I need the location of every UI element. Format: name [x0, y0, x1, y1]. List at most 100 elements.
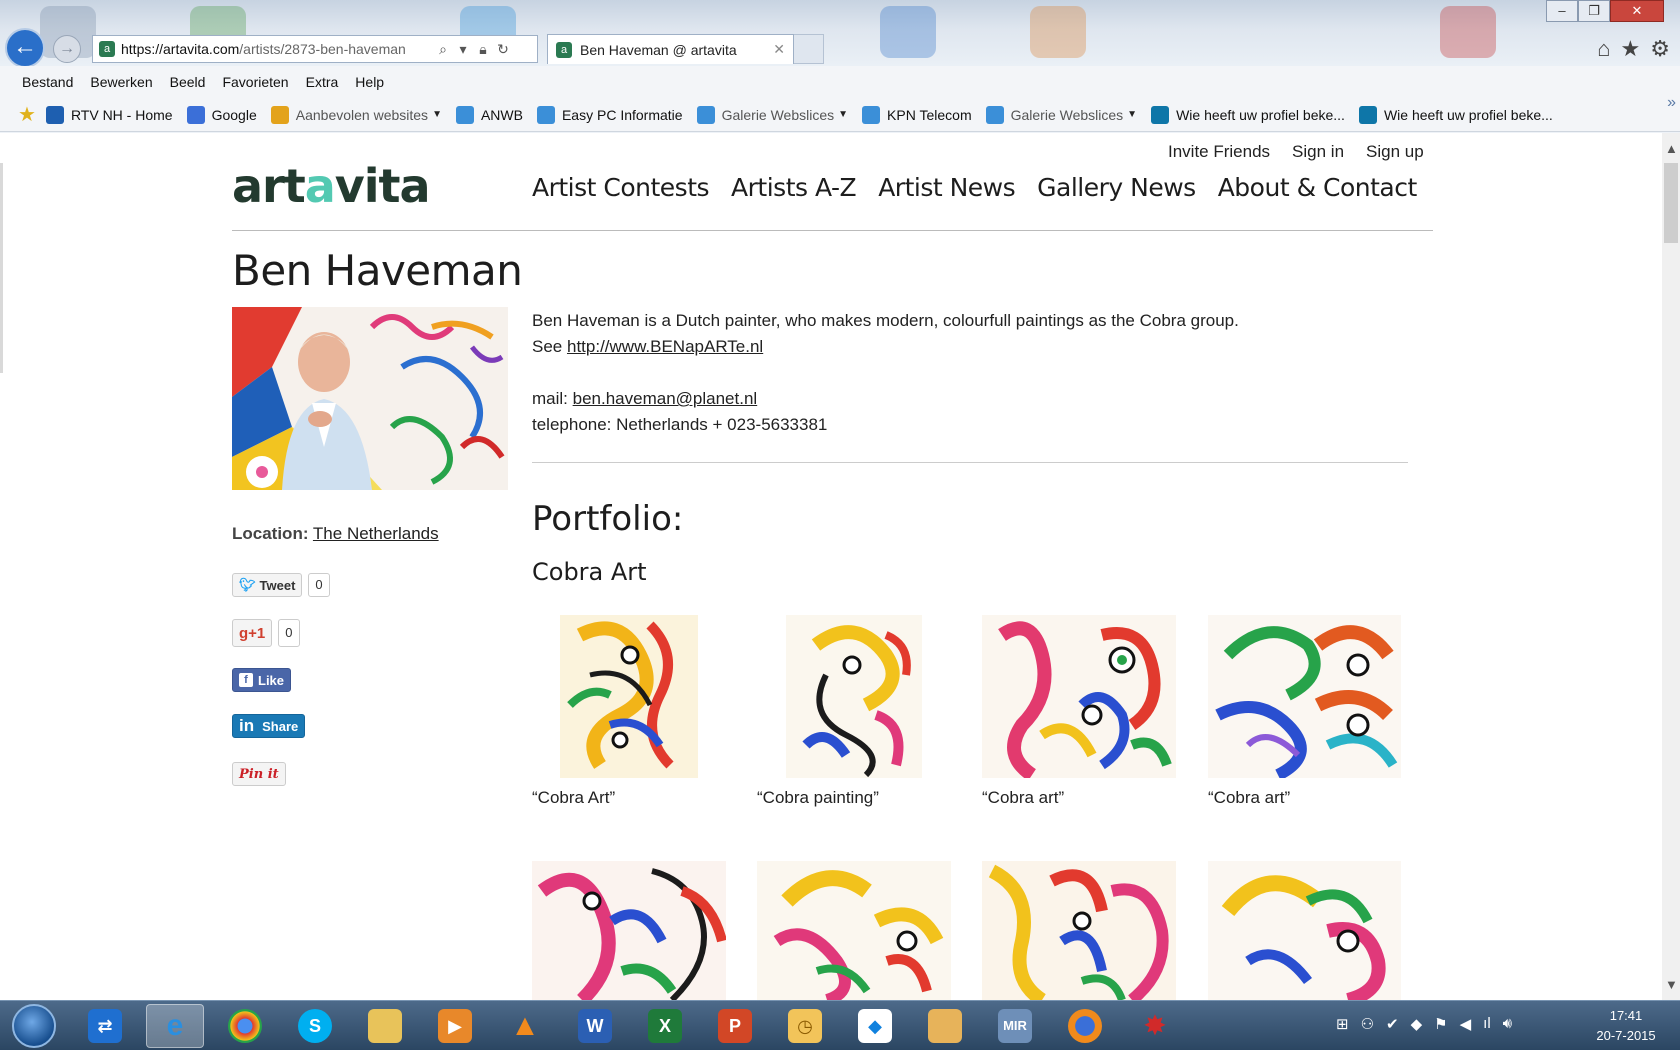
taskbar-mir[interactable]: MIR: [986, 1004, 1044, 1048]
artwork-thumbnail[interactable]: [1208, 615, 1401, 778]
url-text[interactable]: https://artavita.com/artists/2873-ben-ha…: [121, 41, 433, 57]
taskbar-media-player[interactable]: ▶: [426, 1004, 484, 1048]
artwork-caption[interactable]: “Cobra art”: [982, 788, 1064, 808]
favorite-link[interactable]: Wie heeft uw profiel beke...: [1358, 105, 1553, 124]
nav-artist-news[interactable]: Artist News: [878, 173, 1015, 202]
invite-friends-link[interactable]: Invite Friends: [1168, 142, 1270, 162]
favorite-link[interactable]: RTV NH - Home: [45, 105, 173, 124]
taskbar-chrome[interactable]: [216, 1004, 274, 1048]
add-favorite-star-icon[interactable]: ★: [18, 102, 36, 127]
taskbar-explorer[interactable]: [356, 1004, 414, 1048]
menu-extra[interactable]: Extra: [306, 74, 339, 90]
clock[interactable]: 17:41 20-7-2015: [1590, 1006, 1662, 1046]
dropdown-icon[interactable]: ▾: [453, 41, 473, 58]
facebook-like-button[interactable]: f Like: [232, 668, 292, 692]
linkedin-share-button[interactable]: in Share: [232, 714, 306, 738]
nav-gallery-news[interactable]: Gallery News: [1037, 173, 1196, 202]
artist-portrait[interactable]: [232, 307, 508, 490]
search-icon[interactable]: ⌕: [433, 41, 453, 58]
taskbar-outlook[interactable]: ◷: [776, 1004, 834, 1048]
tweet-button[interactable]: 🐦︎ Tweet: [232, 573, 303, 597]
volume-icon[interactable]: 🔊︎: [1503, 1015, 1512, 1033]
artwork-thumbnail[interactable]: [532, 861, 726, 1000]
taskbar-dropbox[interactable]: ◆: [846, 1004, 904, 1048]
dropdown-caret-icon[interactable]: ▼: [838, 109, 848, 120]
website-link[interactable]: http://www.BENapARTe.nl: [567, 337, 763, 356]
scroll-thumb[interactable]: [1664, 163, 1678, 243]
tab-favicon-icon: a: [556, 41, 572, 58]
taskbar-powerpoint[interactable]: P: [706, 1004, 764, 1048]
menu-beeld[interactable]: Beeld: [170, 74, 206, 90]
windows-flag-icon[interactable]: ⊞: [1336, 1015, 1349, 1033]
favorite-link[interactable]: Wie heeft uw profiel beke...: [1151, 105, 1345, 124]
artwork-thumbnail[interactable]: [1208, 861, 1401, 1000]
new-tab-button[interactable]: [794, 34, 824, 64]
taskbar-skype[interactable]: S: [286, 1004, 344, 1048]
artwork-caption[interactable]: “Cobra painting”: [757, 788, 879, 808]
artwork-thumbnail[interactable]: [560, 615, 698, 778]
taskbar-app[interactable]: [916, 1004, 974, 1048]
sign-up-link[interactable]: Sign up: [1366, 142, 1424, 162]
menu-bestand[interactable]: Bestand: [22, 74, 73, 90]
sign-in-link[interactable]: Sign in: [1292, 142, 1344, 162]
taskbar-teamviewer[interactable]: ⇄: [76, 1004, 134, 1048]
favorite-link[interactable]: KPN Telecom: [862, 105, 972, 124]
dropdown-caret-icon[interactable]: ▼: [432, 109, 442, 120]
artavita-logo[interactable]: artavita: [232, 163, 431, 209]
minimize-button[interactable]: –: [1546, 0, 1578, 22]
taskbar-excel[interactable]: X: [636, 1004, 694, 1048]
taskbar-internet-explorer[interactable]: e: [146, 1004, 204, 1048]
artwork-caption[interactable]: “Cobra Art”: [532, 788, 615, 808]
speaker-warning-icon[interactable]: ◀: [1460, 1015, 1472, 1033]
favorite-link[interactable]: Easy PC Informatie: [536, 105, 683, 124]
scroll-up-icon[interactable]: ▲: [1665, 141, 1678, 156]
gplus-button[interactable]: g+1: [232, 619, 273, 647]
pin-it-button[interactable]: Pin it: [232, 762, 286, 786]
nav-about-contact[interactable]: About & Contact: [1218, 173, 1418, 202]
artwork-thumbnail[interactable]: [982, 861, 1176, 1000]
favorite-link[interactable]: Google: [186, 105, 257, 124]
address-bar[interactable]: a https://artavita.com/artists/2873-ben-…: [92, 35, 538, 63]
network-share-icon[interactable]: ⚇: [1361, 1015, 1374, 1033]
facebook-widget: f Like: [232, 668, 292, 692]
signal-icon[interactable]: ıl: [1483, 1015, 1491, 1033]
menu-favorieten[interactable]: Favorieten: [222, 74, 288, 90]
back-button[interactable]: ←: [5, 28, 45, 68]
refresh-icon[interactable]: ↻: [493, 41, 513, 58]
artwork-thumbnail[interactable]: [982, 615, 1176, 778]
favorite-link[interactable]: ANWB: [455, 105, 523, 124]
start-button[interactable]: [12, 1004, 56, 1048]
tab-ben-haveman[interactable]: a Ben Haveman @ artavita ✕: [547, 34, 794, 64]
close-tab-icon[interactable]: ✕: [773, 41, 785, 58]
taskbar-firefox[interactable]: [1056, 1004, 1114, 1048]
artwork-thumbnail[interactable]: [786, 615, 922, 778]
artwork-caption[interactable]: “Cobra art”: [1208, 788, 1290, 808]
chevron-more-icon[interactable]: »: [1667, 94, 1676, 112]
artwork-thumbnail[interactable]: [757, 861, 951, 1000]
nav-artist-contests[interactable]: Artist Contests: [532, 173, 710, 202]
vertical-scrollbar[interactable]: ▲ ▼: [1662, 133, 1680, 1000]
menu-bewerken[interactable]: Bewerken: [90, 74, 152, 90]
menu-help[interactable]: Help: [355, 74, 384, 90]
dropbox-tray-icon[interactable]: ◆: [1411, 1015, 1423, 1033]
close-window-button[interactable]: ✕: [1610, 0, 1664, 22]
lock-icon[interactable]: 🔒︎: [473, 41, 493, 58]
forward-button[interactable]: →: [53, 35, 81, 63]
favorites-star-icon[interactable]: ★: [1621, 36, 1641, 62]
dropdown-caret-icon[interactable]: ▼: [1127, 109, 1137, 120]
taskbar-word[interactable]: W: [566, 1004, 624, 1048]
scroll-down-icon[interactable]: ▼: [1665, 977, 1678, 992]
taskbar-vlc[interactable]: ▲: [496, 1004, 554, 1048]
taskbar-app-red[interactable]: ✸: [1126, 1004, 1184, 1048]
favorite-link[interactable]: Aanbevolen websites ▼: [270, 105, 442, 124]
nav-artists-a-z[interactable]: Artists A-Z: [731, 173, 857, 202]
location-link[interactable]: The Netherlands: [313, 524, 439, 543]
restore-button[interactable]: ❐: [1578, 0, 1610, 22]
favorite-link[interactable]: Galerie Webslices ▼: [985, 105, 1137, 124]
favorite-link[interactable]: Galerie Webslices ▼: [696, 105, 848, 124]
security-icon[interactable]: ✔: [1386, 1015, 1399, 1033]
email-link[interactable]: ben.haveman@planet.nl: [573, 389, 758, 408]
action-center-flag-icon[interactable]: ⚑: [1434, 1015, 1447, 1033]
gear-icon[interactable]: ⚙: [1650, 36, 1670, 62]
home-icon[interactable]: ⌂: [1597, 36, 1610, 62]
